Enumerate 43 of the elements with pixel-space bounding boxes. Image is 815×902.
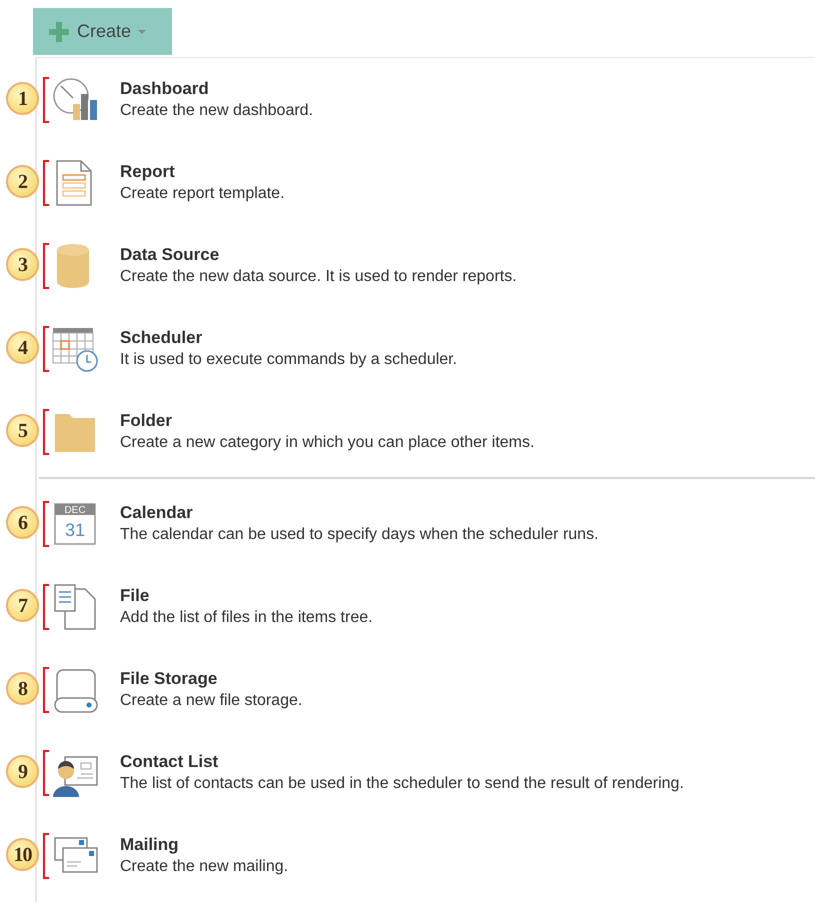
bracket-mark bbox=[42, 76, 50, 122]
callout-badge: 9 bbox=[6, 755, 39, 788]
bracket-mark bbox=[42, 750, 50, 796]
item-description: The calendar can be used to specify days when the scheduler runs. bbox=[120, 524, 599, 544]
item-title: Scheduler bbox=[120, 326, 204, 348]
callout-badge: 6 bbox=[6, 506, 39, 539]
bracket-mark bbox=[42, 160, 50, 206]
create-button[interactable]: Create bbox=[33, 8, 172, 55]
item-title: File bbox=[120, 584, 150, 606]
item-title: Data Source bbox=[120, 244, 220, 266]
item-description: Create a new category in which you can place other items. bbox=[120, 432, 534, 452]
item-description: Create the new data source. It is used to render reports. bbox=[120, 266, 517, 286]
item-description: Create the new mailing. bbox=[120, 856, 288, 876]
item-description: The list of contacts can be used in the scheduler to send the result of rendering. bbox=[120, 774, 684, 794]
item-description: Add the list of files in the items tree. bbox=[120, 608, 373, 628]
callout-badge: 4 bbox=[6, 331, 39, 364]
callout-badge: 3 bbox=[6, 248, 39, 281]
callout-badge: 5 bbox=[6, 414, 39, 447]
caret-icon bbox=[137, 28, 148, 34]
item-title: File Storage bbox=[120, 668, 218, 690]
item-title: Report bbox=[120, 160, 176, 182]
callout-badge: 7 bbox=[6, 589, 39, 622]
item-title: Mailing bbox=[120, 834, 180, 856]
item-title: Folder bbox=[120, 410, 173, 432]
callout-badge: 8 bbox=[6, 672, 39, 705]
item-description: Create a new file storage. bbox=[120, 690, 302, 710]
item-title: Contact List bbox=[120, 750, 220, 772]
item-title: Dashboard bbox=[120, 78, 210, 100]
bracket-mark bbox=[42, 832, 50, 878]
bracket-mark bbox=[42, 666, 50, 712]
callout-badge: 10 bbox=[6, 838, 39, 871]
callout-badge: 1 bbox=[6, 82, 39, 115]
item-title: Calendar bbox=[120, 502, 194, 524]
bracket-mark bbox=[42, 326, 50, 372]
bracket-mark bbox=[42, 584, 50, 630]
callout-badge: 2 bbox=[6, 165, 39, 198]
bracket-mark bbox=[42, 500, 50, 546]
plus-icon bbox=[47, 20, 71, 44]
item-description: It is used to execute commands by a scheduler. bbox=[120, 350, 458, 370]
item-description: Create the new dashboard. bbox=[120, 100, 314, 120]
bracket-mark bbox=[42, 408, 50, 454]
bracket-mark bbox=[42, 242, 50, 288]
item-description: Create report template. bbox=[120, 184, 285, 204]
